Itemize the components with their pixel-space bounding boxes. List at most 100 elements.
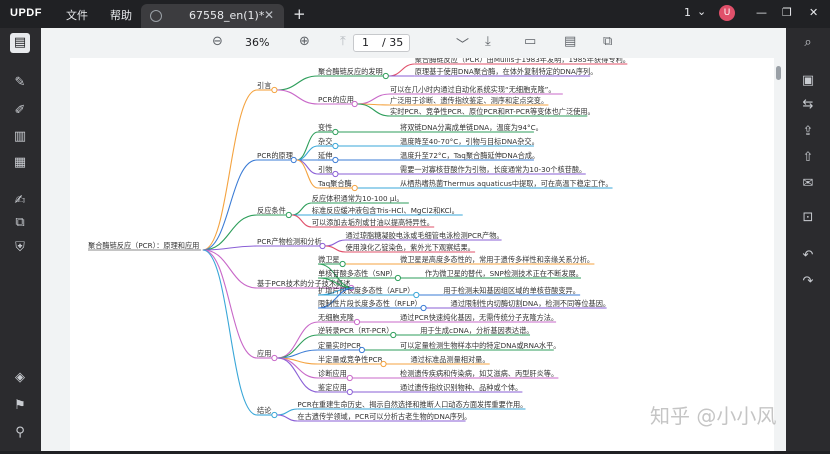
bookmark-icon[interactable]: ⚑ bbox=[10, 396, 30, 416]
page-number-input[interactable]: 1 / 35 bbox=[353, 34, 410, 52]
view-toolbar: ⊖ 36% ⊕ ⤒ ︿ ﹀ ⤓ ▭ ▤ ⧉ bbox=[41, 28, 786, 58]
collapse-node-icon bbox=[390, 331, 397, 339]
item-connector bbox=[277, 75, 319, 91]
collapse-node-icon bbox=[351, 100, 358, 108]
export-icon[interactable]: ⇪ bbox=[798, 122, 818, 142]
title-bar: UPDF 文件 帮助 67558_en(1)* ✕ + 1 ⌄ U — ❐ ✕ bbox=[0, 0, 830, 28]
collapse-node-icon bbox=[394, 274, 401, 282]
document-tab[interactable]: 67558_en(1)* ✕ bbox=[141, 4, 284, 28]
leaf-text: 通过遗传指纹识别物种、品种或个体。 bbox=[400, 383, 522, 392]
item-label: 逆转录PCR（RT-PCR） bbox=[318, 326, 393, 335]
protect-icon[interactable]: ⛨ bbox=[10, 238, 30, 258]
update-count[interactable]: 1 bbox=[684, 6, 691, 19]
item-label: 无细胞克隆 bbox=[318, 313, 355, 322]
attachment-icon[interactable]: ⚲ bbox=[10, 423, 30, 443]
leaf-text: 通过标准品测量相对量。 bbox=[410, 355, 489, 364]
leaf-text: 使用溴化乙锭染色，紫外光下观察结果。 bbox=[345, 243, 474, 252]
item-connector bbox=[277, 89, 319, 105]
zoom-in-icon[interactable]: ⊕ bbox=[299, 34, 310, 49]
crop-pages-icon[interactable]: ⧉ bbox=[10, 213, 30, 233]
comment-icon[interactable]: ✎ bbox=[10, 73, 30, 93]
document-tab-icon bbox=[150, 10, 162, 22]
leaf-text: 温度升至72°C，Taq聚合酶延伸DNA合成。 bbox=[400, 151, 539, 160]
undo-icon[interactable]: ↶ bbox=[798, 246, 818, 266]
next-page-icon[interactable]: ﹀ bbox=[456, 34, 469, 53]
first-page-icon[interactable]: ⤒ bbox=[340, 34, 346, 49]
convert-icon[interactable]: ⇆ bbox=[798, 95, 818, 115]
redo-icon[interactable]: ↷ bbox=[798, 272, 818, 292]
leaf-text: 广泛用于诊断、遗传指纹鉴定、测序和定点突变。 bbox=[390, 96, 548, 105]
leaf-text: 检测遗传疾病和传染病，如艾滋病、丙型肝炎等。 bbox=[400, 369, 558, 378]
menu-file[interactable]: 文件 bbox=[66, 7, 88, 23]
leaf-text: 温度降至40-70°C，引物与目标DNA杂交。 bbox=[400, 137, 539, 146]
search-icon[interactable]: ⌕ bbox=[798, 33, 818, 53]
branch-connector bbox=[202, 89, 258, 251]
leaf-connector bbox=[388, 63, 415, 77]
leaf-text: 通过琼脂糖凝胶电泳或毛细管电泳检测PCR产物。 bbox=[345, 231, 503, 240]
new-tab-button[interactable]: + bbox=[293, 5, 306, 23]
leaf-text: 作为微卫星的替代，SNP检测技术正在不断发展。 bbox=[425, 269, 583, 278]
watermark: 知乎 @小小风 bbox=[650, 404, 777, 428]
zoom-level[interactable]: 36% bbox=[245, 36, 269, 49]
leaf-connector bbox=[325, 239, 346, 247]
save-icon[interactable]: ⊡ bbox=[798, 208, 818, 228]
chevron-down-icon[interactable]: ⌄ bbox=[697, 5, 706, 18]
app-logo: UPDF bbox=[10, 7, 42, 19]
restore-button[interactable]: ❐ bbox=[782, 6, 792, 19]
leaf-text: 标准反应缓冲液包含Tris-HCl、MgCl2和KCl。 bbox=[312, 206, 459, 215]
collapse-node-icon bbox=[346, 374, 353, 382]
left-toolbar: ▤ ✎ ✐ ▥ ▦ ✍ ⧉ ⛨ ◈ ⚑ ⚲ bbox=[0, 28, 41, 451]
edit-text-icon[interactable]: ✐ bbox=[10, 101, 30, 121]
branch-label: PCR的原理 bbox=[257, 151, 293, 160]
leaf-text: 通过PCR快速纯化基因，无需传统分子克隆方法。 bbox=[400, 313, 558, 322]
item-label: 变性 bbox=[318, 123, 332, 132]
reader-mode-icon[interactable]: ▤ bbox=[10, 33, 30, 53]
item-label: 诊断应用 bbox=[318, 369, 347, 378]
item-label: 限制性片段长度多态性（RFLP） bbox=[318, 299, 422, 308]
leaf-connector bbox=[357, 93, 391, 105]
minimize-button[interactable]: — bbox=[756, 6, 767, 19]
leaf-text: 从栖热嗜热菌Thermus aquaticus中提取，可在高温下稳定工作。 bbox=[400, 179, 613, 188]
leaf-text: 原理基于使用DNA聚合酶，在体外复制特定的DNA序列。 bbox=[415, 67, 598, 76]
email-icon[interactable]: ✉ bbox=[798, 174, 818, 194]
item-label: PCR的应用 bbox=[318, 95, 354, 104]
collapse-node-icon bbox=[382, 72, 389, 80]
organize-pages-icon[interactable]: ▥ bbox=[10, 127, 30, 147]
item-label: 扩增片段长度多态性（AFLP） bbox=[318, 286, 414, 295]
leaf-connector bbox=[357, 103, 391, 117]
fill-sign-icon[interactable]: ✍ bbox=[10, 191, 30, 211]
document-tab-title: 67558_en(1)* bbox=[189, 9, 265, 22]
collapse-node-icon bbox=[346, 388, 353, 396]
item-label: Taq聚合酶 bbox=[317, 179, 352, 188]
page-layout-icon[interactable]: ▤ bbox=[564, 34, 576, 49]
menu-help[interactable]: 帮助 bbox=[110, 7, 132, 23]
current-page: 1 bbox=[362, 36, 369, 49]
leaf-text: 在古遗传学领域，PCR可以分析古老生物的DNA序列。 bbox=[297, 412, 471, 421]
zoom-out-icon[interactable]: ⊖ bbox=[212, 34, 223, 49]
close-tab-icon[interactable]: ✕ bbox=[264, 8, 274, 22]
form-icon[interactable]: ▦ bbox=[10, 153, 30, 173]
item-label: 引物 bbox=[318, 165, 332, 174]
last-page-icon[interactable]: ⤓ bbox=[485, 34, 491, 49]
layers-icon[interactable]: ◈ bbox=[10, 368, 30, 388]
avatar[interactable]: U bbox=[719, 5, 735, 21]
collapse-node-icon bbox=[351, 184, 358, 192]
pdf-page: 聚合酶链反应（PCR）：原理和应用 引言 聚合酶链反应的发明 聚合酶链反应（PCR）由… bbox=[70, 55, 774, 451]
item-label: 定量实时PCR bbox=[318, 341, 361, 350]
share-icon[interactable]: ⇧ bbox=[798, 148, 818, 168]
item-connector bbox=[277, 321, 319, 359]
close-window-button[interactable]: ✕ bbox=[809, 6, 818, 19]
branch-connector bbox=[202, 159, 258, 251]
collapse-node-icon bbox=[332, 170, 339, 178]
ocr-icon[interactable]: ▣ bbox=[798, 71, 818, 91]
collapse-node-icon bbox=[358, 346, 365, 354]
leaf-text: 用于生成cDNA，分析基因表达谱。 bbox=[420, 326, 533, 335]
branch-label: 反应条件 bbox=[257, 206, 286, 215]
leaf-text: 可以定量检测生物样本中的特定DNA或RNA水平。 bbox=[400, 341, 561, 350]
item-label: 杂交 bbox=[318, 137, 332, 146]
slideshow-icon[interactable]: ▭ bbox=[524, 34, 536, 49]
vertical-scrollbar[interactable] bbox=[776, 66, 781, 80]
leaf-text: PCR在重建生命历史、揭示自然选择和推断人口动态方面发挥重要作用。 bbox=[297, 400, 527, 409]
compare-icon[interactable]: ⧉ bbox=[603, 34, 612, 49]
leaf-connector bbox=[325, 245, 346, 253]
